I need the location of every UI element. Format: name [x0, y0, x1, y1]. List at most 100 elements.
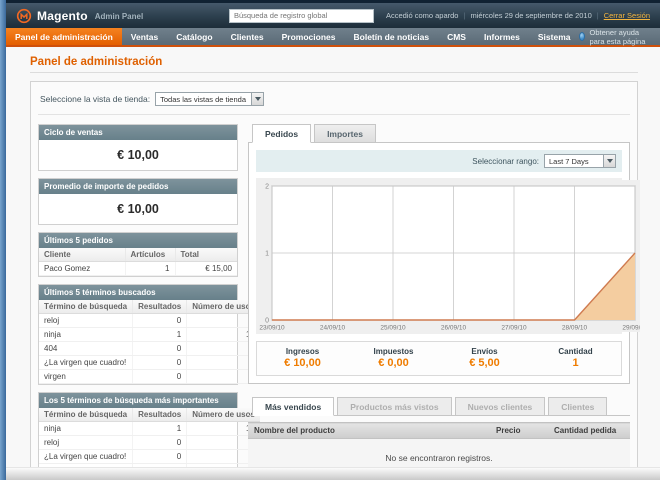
stat-impuestos: Impuestos € 0,00: [348, 347, 439, 369]
box-title: Últimos 5 pedidos: [39, 233, 237, 248]
table-cell: 0: [132, 435, 188, 450]
table-row[interactable]: ninja110: [39, 421, 260, 436]
logo-subtitle: Admin Panel: [94, 12, 144, 21]
box-title: Los 5 términos de búsqueda más important…: [39, 393, 237, 408]
svg-text:26/09/10: 26/09/10: [441, 325, 467, 332]
table-cell: reloj: [39, 313, 134, 328]
column-header: Resultados: [132, 408, 188, 422]
stat-value: € 0,00: [378, 357, 409, 369]
store-view-label: Seleccione la vista de tienda:: [40, 94, 151, 104]
range-select[interactable]: Last 7 Days: [544, 154, 616, 168]
orders-area-chart: 0 1 2 23/09/10 24/09/10 25/09/10 26/09/10 27/09…: [258, 180, 640, 332]
lifetime-sales-box: Ciclo de ventas € 10,00: [38, 124, 238, 171]
logout-link[interactable]: Cerrar Sesión: [604, 11, 650, 20]
orders-tab-panel: Seleccionar rango: Last 7 Days 0 1 2 23/09/…: [248, 143, 640, 384]
stat-label: Ingresos: [285, 347, 320, 356]
last-search-terms-box: Últimos 5 términos buscados Término de b…: [38, 284, 260, 385]
table-cell: ¿La virgen que cuadro!: [39, 449, 134, 464]
empty-text: No se encontraron registros.: [248, 438, 630, 467]
table-cell: 0: [132, 449, 188, 464]
store-view-bar: Seleccione la vista de tienda: Todas las…: [38, 89, 630, 115]
tab-mas-vendidos[interactable]: Más vendidos: [252, 397, 335, 416]
nav-item-boletin-de-noticias[interactable]: Boletín de noticias: [345, 28, 439, 45]
table-header-row: Término de búsqueda Resultados Número de u…: [39, 408, 260, 422]
header: Magento Admin Panel Accedió como apardo …: [6, 3, 660, 28]
nav-item-clientes[interactable]: Clientes: [222, 28, 273, 45]
table-header-row: Término de búsqueda Resultados Número de u…: [39, 300, 260, 314]
table-cell: 1: [125, 261, 176, 276]
nav-item-cms[interactable]: CMS: [438, 28, 475, 45]
right-column: Pedidos Importes Seleccionar rango: Last …: [248, 124, 640, 467]
store-view-select[interactable]: Todas las vistas de tienda: [155, 92, 264, 106]
browser-status-bar: [6, 467, 660, 480]
main-nav: Panel de administración Ventas Catálogo Cli…: [6, 28, 660, 47]
session-info: Accedió como apardo | miércoles 29 de se…: [386, 11, 650, 20]
magento-logo[interactable]: Magento Admin Panel: [16, 8, 143, 24]
column-header: Resultados: [132, 300, 188, 314]
nav-item-panel-de-administracion[interactable]: Panel de administración: [6, 28, 122, 45]
nav-menu: Panel de administración Ventas Catálogo Cli…: [6, 28, 579, 45]
stat-ingresos: Ingresos € 10,00: [257, 347, 348, 369]
table-cell: 0: [132, 369, 188, 384]
table-row[interactable]: reloj02: [39, 435, 260, 450]
separator: |: [596, 11, 599, 20]
average-orders-box: Promedio de importe de pedidos € 10,00: [38, 178, 238, 225]
column-header: Cliente: [39, 248, 126, 262]
table-cell: virgen: [39, 369, 134, 384]
table-cell: 404: [39, 341, 134, 356]
table-row[interactable]: ¿La virgen que cuadro!02: [39, 355, 260, 370]
table-row[interactable]: ninja110: [39, 327, 260, 342]
stat-envios: Envíos € 5,00: [439, 347, 530, 369]
table-row[interactable]: reloj02: [39, 313, 260, 328]
range-bar: Seleccionar rango: Last 7 Days: [256, 150, 622, 172]
table-cell: ¿La virgen que cuadro!: [39, 355, 134, 370]
last-orders-box: Últimos 5 pedidos Cliente Artículos Total P…: [38, 232, 238, 277]
grid-column-header[interactable]: Precio: [490, 422, 548, 439]
table-row[interactable]: Paco Gomez 1 € 15,00: [39, 261, 237, 276]
table-cell: 0: [132, 313, 188, 328]
page-title: Panel de administración: [30, 56, 638, 73]
table-cell: 0: [132, 341, 188, 356]
svg-text:24/09/10: 24/09/10: [320, 325, 346, 332]
global-search-input[interactable]: [228, 8, 374, 23]
nav-item-promociones[interactable]: Promociones: [273, 28, 345, 45]
grid-tabs: Más vendidos Productos más vistos Nuevos c…: [248, 397, 630, 416]
chevron-down-icon: [603, 155, 615, 167]
grid-header-row: Nombre del producto Precio Cantidad pedida: [248, 422, 630, 439]
stat-value: 1: [572, 357, 579, 369]
tab-clientes: Clientes: [548, 397, 608, 416]
box-title: Ciclo de ventas: [39, 125, 237, 140]
grid-column-header[interactable]: Nombre del producto: [248, 422, 490, 439]
nav-item-ventas[interactable]: Ventas: [122, 28, 167, 45]
table-row[interactable]: 40401: [39, 341, 260, 356]
bottom-grids-section: Más vendidos Productos más vistos Nuevos c…: [248, 397, 630, 467]
help-link[interactable]: Obtener ayuda para esta página: [579, 27, 660, 46]
table-row[interactable]: ¿La virgen que cuadro!02: [39, 449, 260, 464]
stat-label: Cantidad: [558, 347, 593, 356]
top-search-terms-box: Los 5 términos de búsqueda más important…: [38, 392, 260, 467]
stat-cantidad: Cantidad 1: [530, 347, 621, 369]
nav-item-sistema[interactable]: Sistema: [529, 28, 580, 45]
svg-text:27/09/10: 27/09/10: [501, 325, 527, 332]
stat-value: € 5,00: [469, 357, 500, 369]
logged-in-as: Accedió como apardo: [385, 11, 459, 20]
average-orders-value: € 10,00: [117, 202, 159, 216]
nav-item-informes[interactable]: Informes: [475, 28, 529, 45]
table-cell: Paco Gomez: [39, 261, 126, 276]
tab-importes[interactable]: Importes: [314, 124, 376, 143]
column-header: Término de búsqueda: [39, 408, 134, 422]
grid-column-header[interactable]: Cantidad pedida: [548, 422, 630, 439]
tab-pedidos[interactable]: Pedidos: [252, 124, 312, 143]
separator: |: [463, 11, 466, 20]
help-label: Obtener ayuda para esta página: [589, 27, 646, 46]
box-title: Promedio de importe de pedidos: [39, 179, 237, 194]
current-date: miércoles 29 de septiembre de 2010: [470, 11, 592, 20]
grid-empty-row: No se encontraron registros.: [248, 438, 630, 467]
range-label: Seleccionar rango:: [472, 156, 539, 166]
nav-item-catalogo[interactable]: Catálogo: [167, 28, 221, 45]
table-row[interactable]: virgen01: [39, 369, 260, 384]
svg-text:0: 0: [265, 318, 269, 325]
logo-title: Magento: [37, 8, 88, 23]
table-cell: reloj: [39, 435, 134, 450]
table-cell: 1: [132, 327, 188, 342]
